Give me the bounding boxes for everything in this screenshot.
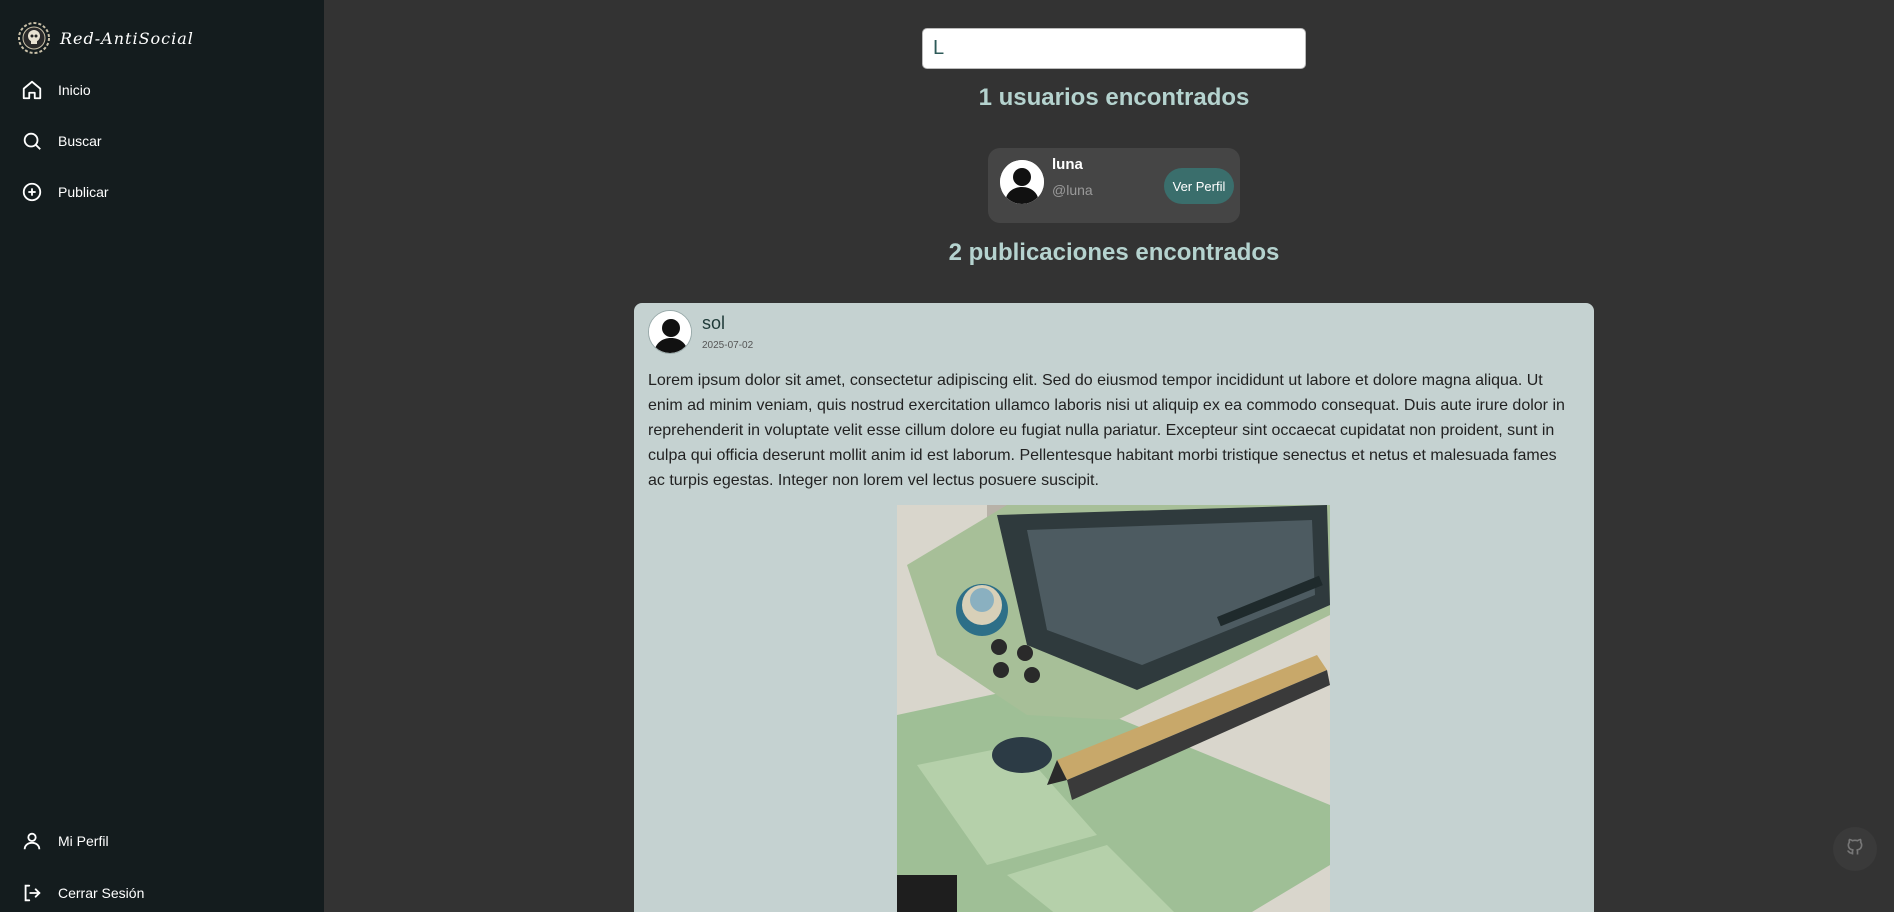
sidebar-item-label: Mi Perfil <box>58 833 109 849</box>
post-image[interactable] <box>897 505 1330 912</box>
post-card: sol 2025-07-02 Lorem ipsum dolor sit ame… <box>634 303 1594 912</box>
posts-result-heading: 2 publicaciones encontrados <box>948 239 1280 266</box>
search-input-value: L <box>933 37 945 59</box>
github-icon <box>1845 837 1865 862</box>
brand-name: Red-AntiSocial <box>60 28 194 48</box>
sidebar-item-mi-perfil[interactable]: Mi Perfil <box>20 826 109 856</box>
avatar <box>1000 160 1044 204</box>
sidebar-item-publicar[interactable]: Publicar <box>20 177 109 207</box>
sidebar-item-label: Inicio <box>58 82 91 98</box>
avatar[interactable] <box>648 310 692 354</box>
search-input[interactable]: L <box>922 28 1306 69</box>
home-icon <box>20 78 44 102</box>
user-icon <box>20 829 44 853</box>
sidebar-item-label: Publicar <box>58 184 109 200</box>
plus-circle-icon <box>20 180 44 204</box>
main-content: L 1 usuarios encontrados luna @luna Ver … <box>324 0 1894 912</box>
skull-logo-icon <box>16 20 52 56</box>
sidebar-item-buscar[interactable]: Buscar <box>20 126 102 156</box>
search-icon <box>20 129 44 153</box>
sidebar-item-cerrar-sesion[interactable]: Cerrar Sesión <box>20 878 144 908</box>
users-result-heading: 1 usuarios encontrados <box>978 84 1250 111</box>
view-profile-button[interactable]: Ver Perfil <box>1164 168 1234 204</box>
post-body: Lorem ipsum dolor sit amet, consectetur … <box>648 372 1565 489</box>
user-result-card: luna @luna Ver Perfil <box>988 148 1240 223</box>
user-handle: @luna <box>1052 182 1093 198</box>
brand[interactable]: Red-AntiSocial <box>16 20 194 56</box>
sidebar-item-label: Cerrar Sesión <box>58 885 145 901</box>
sidebar-item-label: Buscar <box>58 133 102 149</box>
user-name[interactable]: luna <box>1052 156 1083 173</box>
post-date: 2025-07-02 <box>702 340 754 351</box>
post-author[interactable]: sol <box>702 313 725 334</box>
logout-icon <box>20 881 44 905</box>
sidebar: Red-AntiSocial Inicio Buscar Publicar Mi… <box>0 0 324 912</box>
github-button[interactable] <box>1833 827 1877 871</box>
sidebar-item-inicio[interactable]: Inicio <box>20 75 91 105</box>
